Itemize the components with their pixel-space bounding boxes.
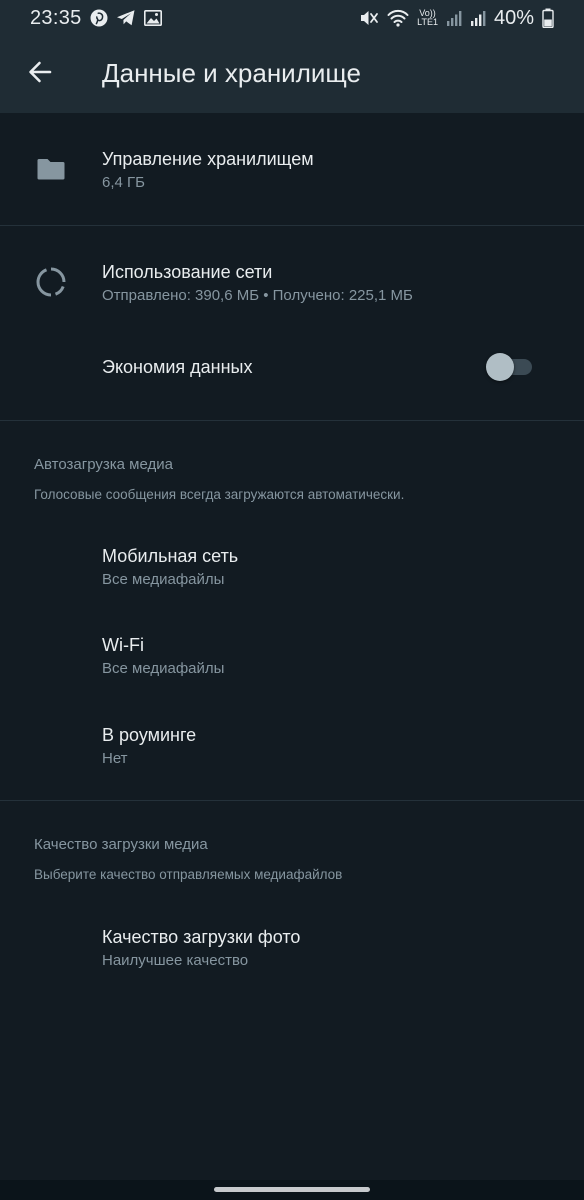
photo-upload-quality-item[interactable]: Качество загрузки фото Наилучшее качеств… — [0, 911, 584, 996]
toggle-thumb — [486, 353, 514, 381]
storage-management-item[interactable]: Управление хранилищем 6,4 ГБ — [0, 113, 584, 225]
status-left: 23:35 — [30, 7, 162, 30]
signal-icon — [446, 9, 462, 27]
home-gesture-handle[interactable] — [214, 1187, 370, 1192]
folder-icon — [34, 152, 68, 186]
data-saver-title: Экономия данных — [102, 357, 253, 377]
app-bar: Данные и хранилище — [0, 36, 584, 113]
section-header-upload-quality: Качество загрузки медиа — [34, 836, 208, 853]
section-description-upload-quality: Выберите качество отправляемых медиафайл… — [34, 867, 343, 882]
page-title: Данные и хранилище — [102, 58, 361, 88]
network-usage-stats: Отправлено: 390,6 МБ • Получено: 225,1 М… — [102, 287, 413, 304]
network-label-bottom: LTE1 — [417, 17, 438, 27]
network-usage-item[interactable]: Использование сети Отправлено: 390,6 МБ … — [0, 226, 584, 326]
auto-download-wifi-value: Все медиафайлы — [102, 660, 225, 677]
auto-download-mobile-item[interactable]: Мобильная сеть Все медиафайлы — [0, 530, 584, 615]
storage-title: Управление хранилищем — [102, 149, 314, 169]
data-usage-icon — [34, 265, 68, 299]
data-saver-toggle[interactable] — [486, 353, 534, 381]
network-usage-title: Использование сети — [102, 262, 273, 282]
screen: 23:35 Vo)) LTE1 40% Данные и хранилище У… — [0, 0, 584, 1200]
auto-download-roaming-title: В роуминге — [102, 725, 197, 745]
auto-download-mobile-value: Все медиафайлы — [102, 571, 225, 588]
auto-download-roaming-item[interactable]: В роуминге Нет — [0, 709, 584, 794]
battery-percent: 40% — [493, 6, 534, 29]
status-bar: 23:35 Vo)) LTE1 40% — [0, 0, 584, 36]
divider — [0, 420, 584, 421]
volte-label: Vo)) LTE1 — [417, 9, 438, 27]
back-button[interactable] — [22, 54, 58, 90]
status-time: 23:35 — [30, 6, 82, 29]
photo-upload-quality-title: Качество загрузки фото — [102, 927, 301, 947]
mute-icon — [359, 9, 379, 27]
photo-upload-quality-value: Наилучшее качество — [102, 952, 249, 969]
auto-download-wifi-title: Wi-Fi — [102, 635, 144, 655]
status-right: Vo)) LTE1 40% — [359, 7, 554, 30]
divider — [0, 800, 584, 801]
auto-download-wifi-item[interactable]: Wi-Fi Все медиафайлы — [0, 619, 584, 704]
wifi-icon — [387, 9, 409, 27]
pinterest-icon — [90, 9, 108, 27]
navigation-bar — [0, 1180, 584, 1200]
storage-size: 6,4 ГБ — [102, 174, 145, 191]
telegram-icon — [116, 9, 136, 27]
auto-download-roaming-value: Нет — [102, 750, 128, 767]
section-header-auto-download: Автозагрузка медиа — [34, 456, 173, 473]
arrow-left-icon — [29, 61, 52, 83]
battery-icon — [542, 8, 554, 28]
gallery-icon — [143, 10, 162, 26]
signal-icon — [470, 9, 486, 27]
section-description-auto-download: Голосовые сообщения всегда загружаются а… — [34, 487, 405, 502]
auto-download-mobile-title: Мобильная сеть — [102, 546, 239, 566]
